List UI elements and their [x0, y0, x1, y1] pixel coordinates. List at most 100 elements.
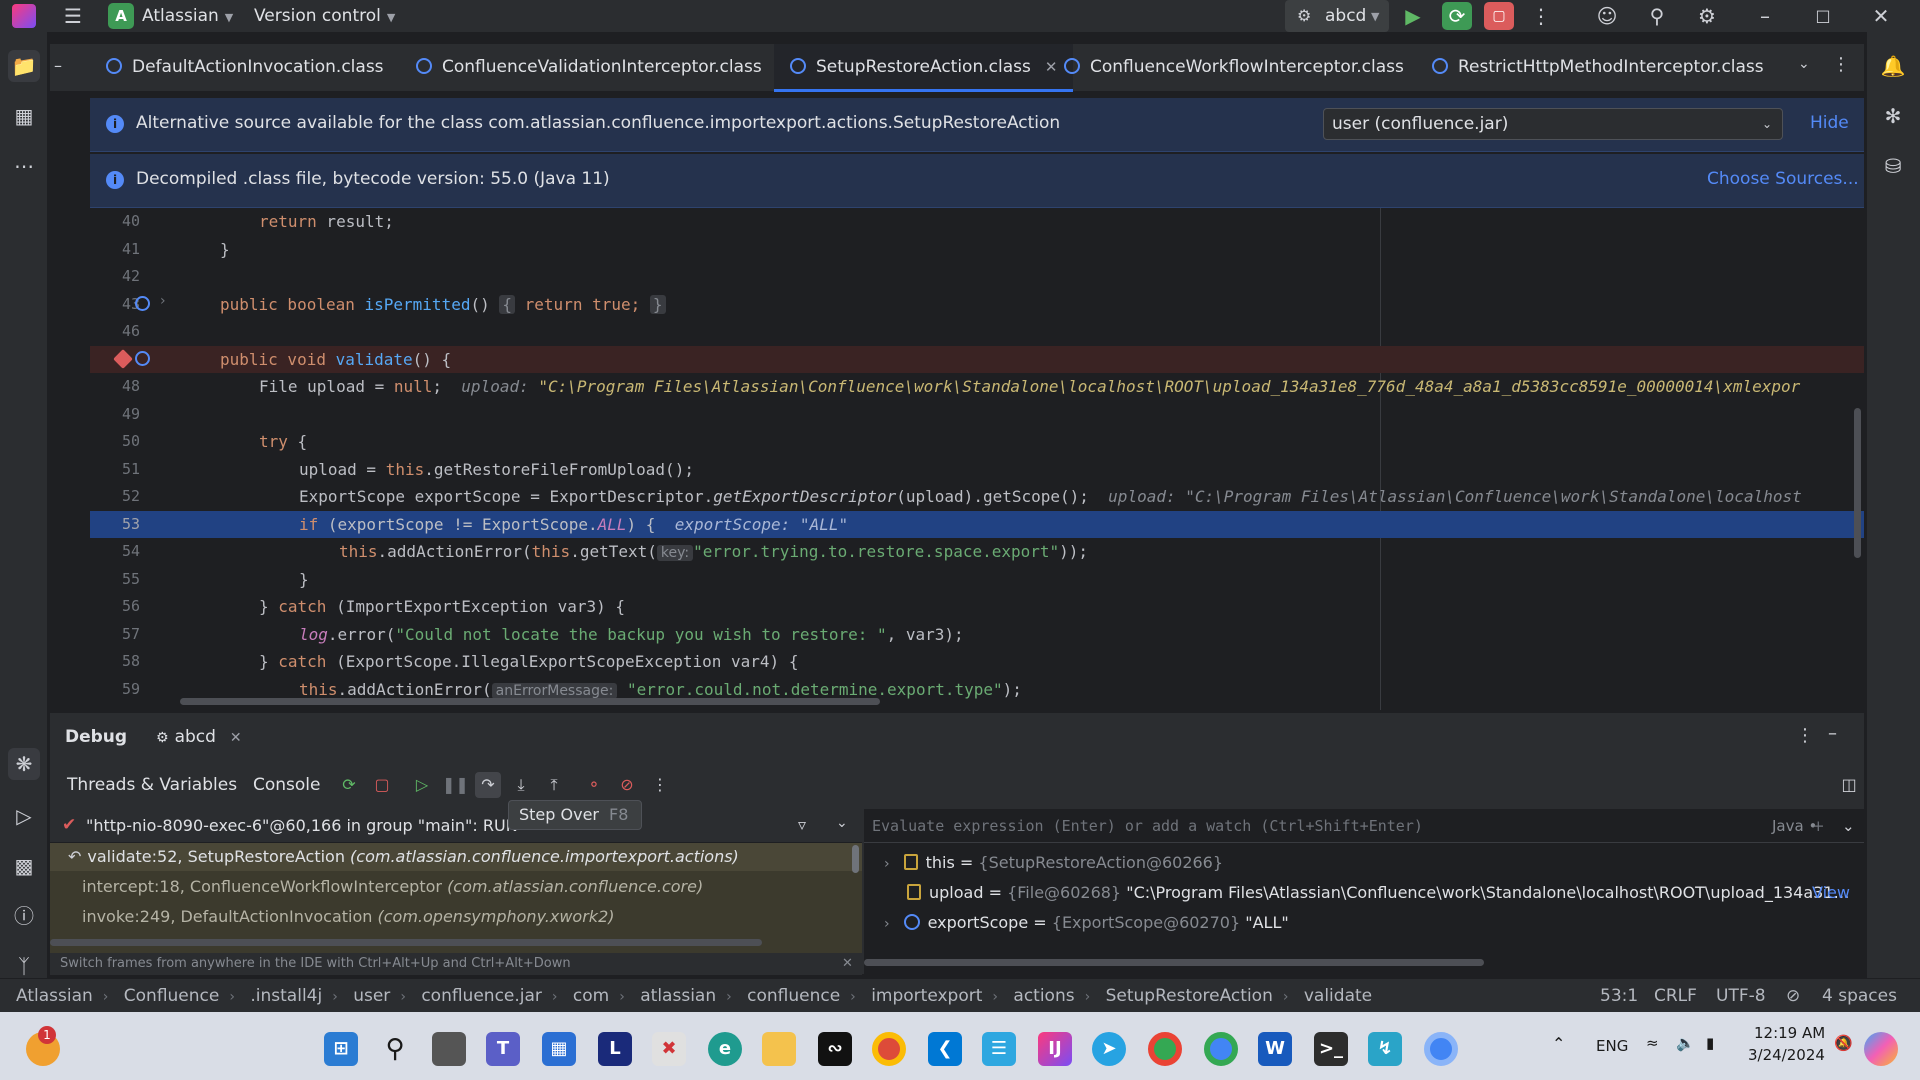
- stop-icon[interactable]: ▢: [369, 772, 395, 798]
- ai-assistant-icon[interactable]: ✻: [1877, 100, 1909, 132]
- notifications-icon[interactable]: 🔔: [1877, 50, 1909, 82]
- tab-setup-restore-action[interactable]: SetupRestoreAction.class ✕: [774, 44, 1074, 92]
- structure-icon[interactable]: ▦: [8, 100, 40, 132]
- filter-icon[interactable]: ▿: [798, 815, 806, 834]
- taskbar-search-icon[interactable]: ⚲: [378, 1032, 412, 1066]
- breadcrumb-item[interactable]: Confluence: [124, 986, 220, 1006]
- notepad-icon[interactable]: ☰: [982, 1032, 1016, 1066]
- debug-toolbar-more-icon[interactable]: ⋮: [647, 772, 673, 798]
- layout-settings-icon[interactable]: ◫: [1836, 772, 1862, 798]
- tab-more-icon[interactable]: ⋮: [1832, 54, 1850, 75]
- file-explorer-icon[interactable]: [762, 1032, 796, 1066]
- breadcrumb-item[interactable]: importexport: [871, 986, 982, 1006]
- tab-default-action-invocation[interactable]: DefaultActionInvocation.class: [106, 44, 400, 92]
- frames-scrollbar[interactable]: [50, 939, 762, 946]
- view-link[interactable]: View: [1812, 883, 1850, 902]
- evaluate-expression-input[interactable]: Evaluate expression (Enter) or add a wat…: [864, 809, 1864, 843]
- tab-threads-variables[interactable]: Threads & Variables: [67, 775, 237, 795]
- caret-position[interactable]: 53:1: [1600, 986, 1638, 1006]
- vscode-icon[interactable]: ❮: [928, 1032, 962, 1066]
- problems-icon[interactable]: ⓘ: [8, 900, 40, 932]
- chevron-down-icon[interactable]: ⌄: [836, 815, 848, 831]
- collapse-icon[interactable]: –: [54, 56, 70, 75]
- more-tools-icon[interactable]: ⋯: [8, 150, 40, 182]
- close-session-icon[interactable]: ✕: [230, 730, 242, 746]
- search-icon[interactable]: ⚲: [1642, 2, 1672, 30]
- mute-breakpoints-icon[interactable]: ⊘: [614, 772, 640, 798]
- expand-chevron-icon[interactable]: ›: [884, 916, 890, 932]
- close-window-icon[interactable]: ✕: [1866, 2, 1896, 30]
- indent-setting[interactable]: 4 spaces: [1822, 986, 1897, 1006]
- add-watch-icon[interactable]: +: [1812, 809, 1825, 843]
- choose-sources-link[interactable]: Choose Sources...: [1707, 169, 1859, 189]
- breakpoint-icon[interactable]: [113, 348, 133, 369]
- more-actions-icon[interactable]: ⋮: [1526, 2, 1556, 30]
- tab-restrict-http-method-interceptor[interactable]: RestrictHttpMethodInterceptor.class: [1432, 44, 1764, 92]
- maximize-icon[interactable]: □: [1808, 2, 1838, 30]
- breadcrumb-item[interactable]: atlassian: [640, 986, 716, 1006]
- project-selector[interactable]: Atlassian ▼: [142, 6, 233, 26]
- hide-link[interactable]: Hide: [1810, 113, 1849, 133]
- step-over-icon[interactable]: ↷: [475, 772, 501, 798]
- resume-program-icon[interactable]: ▷: [409, 772, 435, 798]
- copilot-icon[interactable]: [1864, 1032, 1898, 1066]
- app-dark-icon[interactable]: ∾: [818, 1032, 852, 1066]
- frame-item[interactable]: ↶ validate:52, SetupRestoreAction (com.at…: [68, 847, 739, 866]
- inspection-icon[interactable]: ⊘: [1786, 986, 1800, 1006]
- chrome-icon[interactable]: [872, 1032, 906, 1066]
- close-tab-icon[interactable]: ✕: [1045, 58, 1058, 76]
- run-config-selector[interactable]: ⚙ abcd ▼: [1285, 0, 1389, 32]
- editor-horizontal-scrollbar[interactable]: [180, 698, 880, 705]
- code-editor[interactable]: 40 return result; 41 } 42 43 › public bo…: [90, 208, 1864, 710]
- close-hint-icon[interactable]: ✕: [842, 953, 853, 975]
- view-breakpoints-icon[interactable]: ⚬: [581, 772, 607, 798]
- breadcrumb-item[interactable]: actions: [1013, 986, 1074, 1006]
- breadcrumb-item[interactable]: SetupRestoreAction: [1106, 986, 1273, 1006]
- vcs-selector[interactable]: Version control ▼: [254, 6, 395, 26]
- language-selector[interactable]: Java •: [1772, 809, 1817, 843]
- chrome-profile-icon[interactable]: [1148, 1032, 1182, 1066]
- debug-tool-icon[interactable]: ❋: [8, 748, 40, 780]
- rerun-debug-icon[interactable]: ⟳: [1442, 2, 1472, 30]
- edge-icon[interactable]: e: [708, 1032, 742, 1066]
- debug-session-tab[interactable]: ⚙ abcd ✕: [156, 727, 242, 747]
- tab-console[interactable]: Console: [253, 775, 321, 795]
- project-folder-icon[interactable]: 📁: [8, 50, 40, 82]
- debug-more-icon[interactable]: ⋮: [1796, 725, 1814, 746]
- variable-row-this[interactable]: › this = {SetupRestoreAction@60266}: [884, 853, 1223, 872]
- breadcrumb-item[interactable]: confluence: [747, 986, 840, 1006]
- implements-method-icon[interactable]: [135, 295, 150, 311]
- line-separator[interactable]: CRLF: [1654, 986, 1697, 1006]
- step-into-icon[interactable]: ⤓: [508, 772, 534, 798]
- file-encoding[interactable]: UTF-8: [1716, 986, 1766, 1006]
- frame-item[interactable]: intercept:18, ConfluenceWorkflowIntercep…: [82, 877, 703, 896]
- chrome-profile-3-icon[interactable]: [1424, 1032, 1458, 1066]
- implements-method-icon[interactable]: [135, 350, 150, 366]
- vars-scrollbar[interactable]: [864, 959, 1484, 966]
- snipping-tool-icon[interactable]: ✖: [652, 1032, 686, 1066]
- breadcrumb-item[interactable]: user: [353, 986, 390, 1006]
- volume-icon[interactable]: 🔈: [1676, 1034, 1695, 1052]
- minimize-icon[interactable]: –: [1750, 2, 1780, 30]
- breadcrumb-item[interactable]: confluence.jar: [421, 986, 542, 1006]
- breadcrumb-item[interactable]: Atlassian: [16, 986, 93, 1006]
- wifi-icon[interactable]: ≈: [1646, 1034, 1659, 1052]
- chrome-profile-2-icon[interactable]: [1204, 1032, 1238, 1066]
- power-automate-icon[interactable]: ↯: [1368, 1032, 1402, 1066]
- variable-row-exportscope[interactable]: › exportScope = {ExportScope@60270} "ALL": [884, 913, 1289, 932]
- hide-panel-icon[interactable]: –: [1828, 723, 1837, 744]
- pause-icon[interactable]: ❚❚: [442, 772, 469, 798]
- telegram-icon[interactable]: ➤: [1092, 1032, 1126, 1066]
- breadcrumb-item[interactable]: .install4j: [250, 986, 322, 1006]
- app-l-icon[interactable]: L: [598, 1032, 632, 1066]
- stop-icon[interactable]: ▢: [1484, 2, 1514, 30]
- breadcrumb-item[interactable]: validate: [1304, 986, 1372, 1006]
- store-icon[interactable]: ▦: [542, 1032, 576, 1066]
- teams-icon[interactable]: T: [486, 1032, 520, 1066]
- settings-gear-icon[interactable]: ⚙: [1692, 2, 1722, 30]
- intellij-logo-icon[interactable]: [12, 4, 36, 28]
- tab-confluence-validation-interceptor[interactable]: ConfluenceValidationInterceptor.class: [416, 44, 762, 92]
- step-out-icon[interactable]: ⤒: [541, 772, 567, 798]
- clock-date[interactable]: 3/24/2024: [1748, 1046, 1825, 1064]
- thread-selector[interactable]: ✔ "http-nio-8090-exec-6"@60,166 in group…: [50, 809, 862, 843]
